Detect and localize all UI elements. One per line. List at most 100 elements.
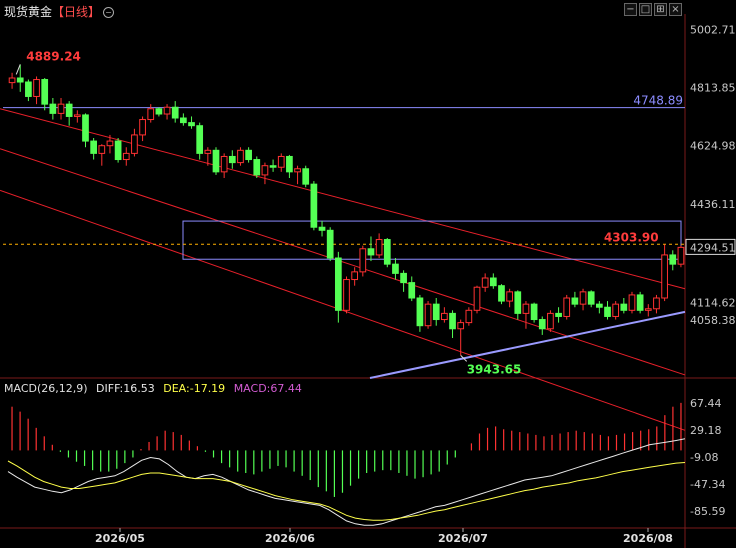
candle-body xyxy=(318,226,326,231)
candle-body xyxy=(441,312,448,321)
candle-body xyxy=(57,103,65,114)
chart-window: 现货黄金【日线】 − − □ ⊞ × 5002.71 4813.85 4624.98 4… xyxy=(0,0,736,548)
candle xyxy=(571,291,579,308)
candle-body xyxy=(351,271,359,281)
candle xyxy=(196,122,204,160)
candle-body xyxy=(457,322,465,330)
candle-body xyxy=(408,282,416,299)
candle-body xyxy=(98,145,106,154)
macd-label: MACD:67.44 xyxy=(233,382,302,395)
candle xyxy=(636,291,644,314)
candle-body xyxy=(343,279,350,311)
candle-body xyxy=(90,140,97,154)
chart-frame xyxy=(0,14,736,548)
candle xyxy=(188,116,195,129)
candle-body xyxy=(245,149,252,161)
candle-body xyxy=(416,297,424,327)
candle xyxy=(514,290,522,320)
candle-body xyxy=(563,297,571,317)
candle-body xyxy=(180,117,187,124)
candle xyxy=(489,273,497,289)
macd-panel[interactable]: 67.44 29.18 -9.08 -47.34 -85.59 xyxy=(7,397,725,526)
candle xyxy=(49,98,57,120)
candle xyxy=(628,291,636,314)
price-annotations: 4889.24 3943.65 4303.90 xyxy=(15,49,659,376)
candle xyxy=(326,227,334,262)
candle xyxy=(261,162,269,185)
date-tick-label: 2026/08 xyxy=(623,532,673,545)
candle xyxy=(212,147,220,175)
candle xyxy=(392,258,399,280)
candle-body xyxy=(188,122,195,127)
candle-body xyxy=(286,155,293,173)
price-chart[interactable]: 5002.71 4813.85 4624.98 4436.11 4294.51 4114.… xyxy=(0,0,736,548)
candle-body xyxy=(326,229,334,259)
candle xyxy=(653,294,660,314)
candle-body xyxy=(277,155,285,168)
candle-body xyxy=(449,312,456,330)
candle xyxy=(245,147,252,163)
price-tick-label: 4114.62 xyxy=(690,297,736,310)
dea-line xyxy=(7,460,686,521)
candle-body xyxy=(8,77,16,84)
candle-body xyxy=(604,306,611,317)
candle xyxy=(669,250,677,271)
candle xyxy=(465,307,473,326)
candle-body xyxy=(498,285,505,302)
candle xyxy=(661,244,668,302)
candle xyxy=(147,104,155,123)
candle-body xyxy=(122,152,130,161)
candle-body xyxy=(237,149,244,164)
candle xyxy=(253,156,261,178)
candle-body xyxy=(171,106,179,119)
candle xyxy=(180,113,187,126)
candle-body xyxy=(522,303,530,314)
macd-tick-label: -85.59 xyxy=(690,505,725,518)
date-tick-label: 2026/06 xyxy=(265,532,315,545)
candle xyxy=(25,79,32,102)
candle xyxy=(65,101,73,126)
candle xyxy=(114,138,122,163)
candle xyxy=(538,316,546,335)
candle xyxy=(424,301,432,329)
horizontal-level-label: 4748.89 xyxy=(633,94,683,108)
candle-body xyxy=(465,309,473,324)
candle-body xyxy=(220,155,228,173)
candle-body xyxy=(155,108,163,115)
candle-body xyxy=(261,165,269,176)
candle-body xyxy=(424,303,432,327)
candle-body xyxy=(25,81,32,97)
candle-body xyxy=(204,149,212,154)
candle xyxy=(8,72,16,89)
candle xyxy=(416,294,424,332)
candle-body xyxy=(530,303,538,321)
candle-body xyxy=(147,108,155,121)
date-tick-label: 2026/05 xyxy=(95,532,145,545)
macd-tick-label: 67.44 xyxy=(690,397,722,410)
candle-body xyxy=(506,291,513,302)
high-pointer xyxy=(15,64,21,75)
candle-body xyxy=(579,291,587,305)
candle xyxy=(302,165,310,188)
candle xyxy=(506,288,513,308)
candle-body xyxy=(359,248,367,273)
candle xyxy=(73,110,81,123)
candle-body xyxy=(49,103,57,114)
price-tick-label: 4058.38 xyxy=(690,314,736,327)
candle-body xyxy=(212,149,220,173)
price-tick-label: 4624.98 xyxy=(690,140,736,153)
candle xyxy=(220,153,228,178)
candle-body xyxy=(669,254,677,265)
candle-body xyxy=(653,297,660,310)
candle xyxy=(294,165,301,185)
candle xyxy=(547,310,554,332)
candle-body xyxy=(253,159,261,176)
candle-body xyxy=(82,114,89,142)
candle-body xyxy=(596,303,603,308)
candle xyxy=(359,245,367,277)
candle-body xyxy=(196,125,204,154)
candle-body xyxy=(481,277,489,288)
candle xyxy=(604,301,611,320)
candle-body xyxy=(514,291,522,314)
date-tick-label: 2026/07 xyxy=(438,532,488,545)
